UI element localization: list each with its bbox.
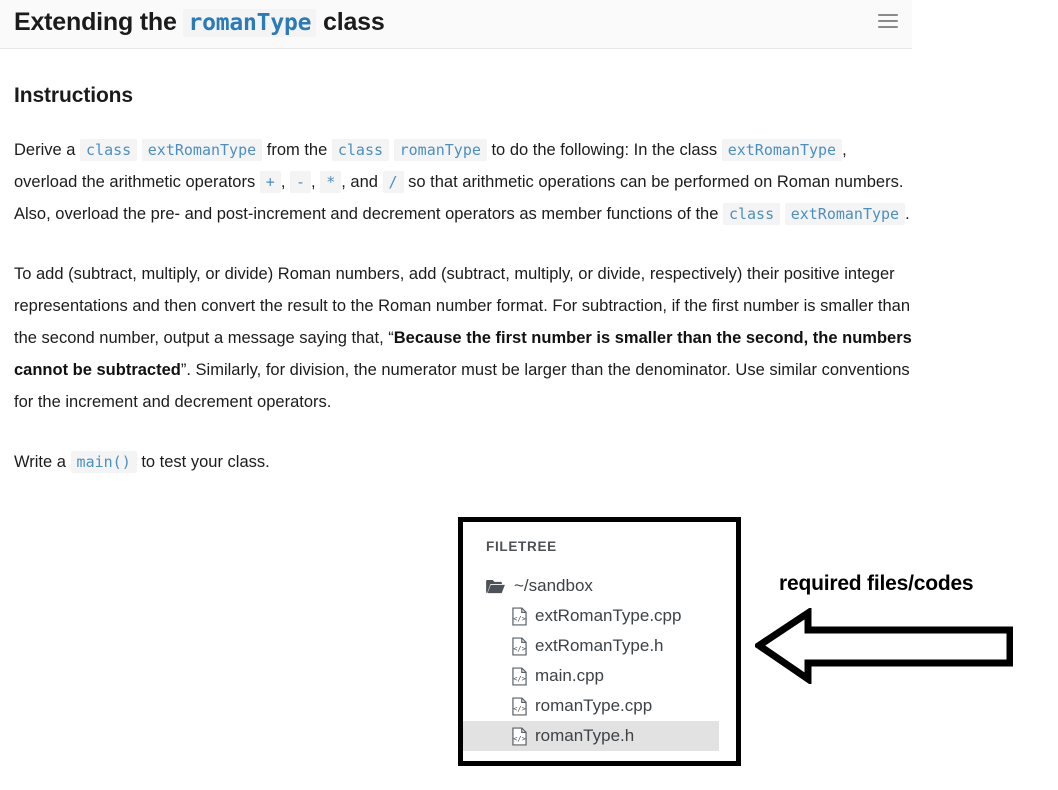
inline-code-operator-minus: - [290, 171, 312, 193]
filetree-list: ~/sandbox </> extRomanType.cpp </> extRo… [463, 571, 736, 751]
svg-text:</>: </> [513, 614, 526, 622]
text-fragment [389, 141, 394, 159]
code-file-icon: </> [512, 726, 527, 746]
code-file-icon: </> [512, 696, 527, 716]
filetree-root-label: ~/sandbox [514, 576, 593, 595]
hamburger-line [878, 20, 898, 22]
text-fragment: , [311, 173, 321, 191]
filetree-item-label: extRomanType.cpp [535, 606, 682, 625]
text-fragment: from the [262, 141, 332, 159]
inline-code-class: class [80, 139, 138, 161]
section-title: Instructions [14, 84, 133, 107]
code-file-icon: </> [512, 636, 527, 656]
inline-code-operator-multiply: * [320, 171, 342, 193]
filetree-item[interactable]: </> main.cpp [463, 661, 736, 691]
filetree-item[interactable]: </> romanType.cpp [463, 691, 736, 721]
filetree-heading: FILETREE [486, 539, 557, 554]
text-fragment: Write a [14, 453, 71, 471]
filetree-item-label: extRomanType.h [535, 636, 664, 655]
inline-code-extromantype: extRomanType [721, 139, 843, 161]
folder-open-icon [486, 579, 505, 593]
left-arrow-annotation-icon [755, 608, 1013, 684]
filetree-item-label: main.cpp [535, 666, 604, 685]
inline-code-main: main() [70, 451, 137, 473]
instructions-paragraph-1: Derive a class extRomanType from the cla… [14, 134, 912, 230]
inline-code-operator-plus: + [259, 171, 281, 193]
svg-text:</>: </> [513, 734, 526, 742]
hamburger-menu-icon[interactable] [878, 14, 898, 30]
code-file-icon: </> [512, 666, 527, 686]
inline-code-extromantype: extRomanType [784, 203, 906, 225]
text-fragment: to test your class. [136, 453, 270, 471]
page-title: Extending the romanType class [14, 8, 385, 37]
filetree-item-selected[interactable]: </> romanType.h [463, 721, 719, 751]
annotation-label: required files/codes [779, 572, 974, 595]
hamburger-line [878, 14, 898, 16]
inline-code-class: class [722, 203, 781, 225]
filetree-item-label: romanType.cpp [535, 696, 653, 715]
text-fragment: , [280, 173, 290, 191]
filetree-panel: FILETREE ~/sandbox </> extRomanType.cpp … [458, 517, 741, 766]
instructions-content: Instructions Derive a class extRomanType… [14, 84, 912, 478]
hamburger-line [878, 26, 898, 28]
text-fragment: . [905, 205, 910, 223]
filetree-root-folder[interactable]: ~/sandbox [463, 571, 736, 601]
svg-text:</>: </> [513, 644, 526, 652]
page-header: Extending the romanType class [0, 0, 912, 49]
text-fragment: Derive a [14, 141, 81, 159]
inline-code-romantype: romanType [393, 139, 487, 161]
text-fragment: , and [341, 173, 383, 191]
filetree-item-label: romanType.h [535, 726, 635, 745]
inline-code-extromantype: extRomanType [141, 139, 263, 161]
inline-code-operator-divide: / [382, 171, 404, 193]
inline-code-class: class [331, 139, 390, 161]
filetree-item[interactable]: </> extRomanType.cpp [463, 601, 736, 631]
svg-text:</>: </> [513, 674, 526, 682]
code-file-icon: </> [512, 606, 527, 626]
text-fragment: to do the following: In the class [486, 141, 722, 159]
page-title-prefix: Extending the [14, 8, 184, 36]
instructions-paragraph-3: Write a main() to test your class. [14, 446, 912, 478]
filetree-item[interactable]: </> extRomanType.h [463, 631, 736, 661]
page-title-suffix: class [316, 8, 385, 36]
page-title-code: romanType [183, 9, 317, 37]
instructions-paragraph-2: To add (subtract, multiply, or divide) R… [14, 258, 912, 418]
svg-text:</>: </> [513, 704, 526, 712]
